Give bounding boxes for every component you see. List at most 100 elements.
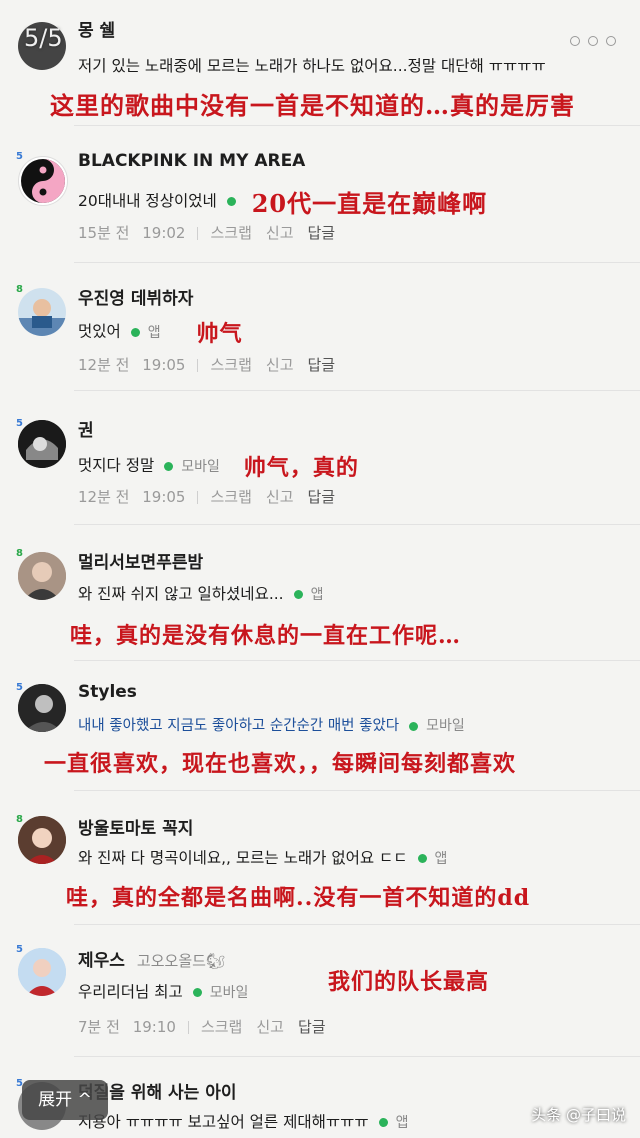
- comment-meta: 15분 전 19:02 스크랩 신고 답글: [78, 222, 335, 243]
- comment-username[interactable]: 멀리서보면푸른밤: [78, 548, 203, 573]
- user-badge: 5: [16, 682, 23, 693]
- expand-button[interactable]: 展开 ^: [22, 1080, 108, 1120]
- comment-text: 저기 있는 노래중에 모르는 노래가 하나도 없어요...정말 대단해 ㅠㅠㅠㅠ: [78, 57, 546, 75]
- scrap-button[interactable]: 스크랩: [201, 1018, 242, 1036]
- comment-source: 모바일: [209, 985, 249, 1001]
- divider: [74, 660, 640, 661]
- comment-text: 멋지다 정말: [78, 456, 155, 475]
- divider: [74, 390, 640, 391]
- user-tag: 고오오올드🐿: [136, 952, 225, 970]
- scrap-button[interactable]: 스크랩: [210, 356, 251, 374]
- divider: [74, 125, 640, 126]
- translation-caption: 一直很喜欢，现在也喜欢，，每瞬间每刻都喜欢: [44, 751, 517, 777]
- user-badge: 8: [16, 814, 23, 825]
- comment-text: 지용아 ㅠㅠㅠㅠ 보고싶어 얼른 제대해ㅠㅠㅠ: [78, 1113, 369, 1131]
- comment-text-row: 20대내내 정상이었네 20代一直是在巅峰啊: [78, 184, 487, 219]
- translation-caption: 20代一直是在巅峰啊: [251, 189, 488, 218]
- timestamp: 19:05: [142, 356, 186, 374]
- time-ago: 15분 전: [78, 224, 130, 242]
- comment-source: 모바일: [181, 458, 220, 475]
- comment-meta: 12분 전 19:05 스크랩 신고 답글: [78, 354, 335, 375]
- avatar[interactable]: [18, 420, 66, 468]
- avatar[interactable]: [18, 816, 66, 864]
- comment-text-row: 내내 좋아했고 지금도 좋아하고 순간순간 매번 좋았다 모바일: [78, 714, 465, 735]
- comment-text: 20대내내 정상이었네: [78, 192, 217, 210]
- comment-text: 우리리더님 최고: [78, 983, 183, 1001]
- reply-button[interactable]: 답글: [308, 488, 336, 506]
- report-button[interactable]: 신고: [266, 224, 294, 242]
- person-avatar-icon: [18, 684, 66, 732]
- report-button[interactable]: 신고: [256, 1018, 284, 1036]
- timestamp: 19:02: [142, 224, 186, 242]
- timestamp: 19:10: [132, 1018, 176, 1036]
- comment-username-row: 제우스 고오오올드🐿: [78, 946, 225, 971]
- user-badge: 5: [16, 944, 23, 955]
- comment-username[interactable]: BLACKPINK IN MY AREA: [78, 151, 305, 171]
- comment-text-row: 와 진짜 다 명곡이네요,, 모르는 노래가 없어요 ㄷㄷ 앱: [78, 846, 447, 868]
- online-dot-icon: [378, 1118, 388, 1127]
- comment-username[interactable]: 방울토마토 꼭지: [78, 814, 193, 839]
- comment-text: 와 진짜 쉬지 않고 일하셨네요...: [78, 585, 284, 603]
- person-avatar-icon: [18, 816, 66, 864]
- scrap-button[interactable]: 스크랩: [210, 224, 251, 242]
- avatar[interactable]: [18, 684, 66, 732]
- reply-button[interactable]: 답글: [298, 1018, 326, 1036]
- online-dot-icon: [409, 721, 419, 731]
- reply-button[interactable]: 답글: [308, 224, 336, 242]
- comment-text-row: 와 진짜 쉬지 않고 일하셨네요... 앱: [78, 582, 324, 604]
- comment-username[interactable]: 제우스: [78, 951, 125, 971]
- avatar[interactable]: [18, 948, 66, 996]
- translation-caption: 哇，真的是没有休息的一直在工作呢…: [70, 623, 462, 649]
- online-dot-icon: [164, 461, 174, 471]
- divider: [74, 262, 640, 263]
- online-dot-icon: [293, 590, 303, 599]
- avatar[interactable]: [18, 552, 66, 600]
- avatar[interactable]: [18, 156, 68, 206]
- comment-text: 멋있어: [78, 322, 121, 341]
- comment-source: 앱: [310, 587, 324, 603]
- comment-source: 앱: [434, 851, 448, 867]
- yin-yang-icon: [21, 159, 65, 203]
- translation-caption: 帅气: [196, 321, 243, 347]
- user-badge: 8: [16, 548, 23, 559]
- divider: [74, 1056, 640, 1057]
- comment-meta: 12분 전 19:05 스크랩 신고 답글: [78, 486, 335, 507]
- divider: [197, 491, 199, 504]
- comment-username[interactable]: Styles: [78, 682, 137, 702]
- page-counter: 5/5: [24, 24, 63, 52]
- user-badge: 8: [16, 284, 23, 295]
- timestamp: 19:05: [142, 488, 186, 506]
- comment-text: 내내 좋아했고 지금도 좋아하고 순간순간 매번 좋았다: [78, 718, 400, 734]
- time-ago: 12분 전: [78, 356, 130, 374]
- comment-source: 앱: [395, 1115, 409, 1131]
- report-button[interactable]: 신고: [266, 488, 294, 506]
- report-button[interactable]: 신고: [266, 356, 294, 374]
- scrap-button[interactable]: 스크랩: [210, 488, 251, 506]
- translation-caption: 我们的队长最高: [328, 969, 490, 995]
- divider: [74, 924, 640, 925]
- comment-text-row: 멋있어 앱 帅气: [78, 316, 243, 348]
- comment-username[interactable]: 권: [78, 416, 94, 441]
- person-avatar-icon: [18, 948, 66, 996]
- divider: [74, 524, 640, 525]
- comment-text-row: 우리리더님 최고 모바일: [78, 980, 248, 1002]
- divider: [197, 359, 199, 372]
- comment-username[interactable]: 우진영 데뷔하자: [78, 284, 193, 309]
- user-badge: 5: [16, 418, 23, 429]
- comment-username[interactable]: 몽 쉘: [78, 16, 115, 41]
- comment-meta: 7분 전 19:10 스크랩 신고 답글: [78, 1016, 326, 1037]
- person-avatar-icon: [18, 299, 66, 336]
- online-dot-icon: [226, 197, 236, 206]
- time-ago: 7분 전: [78, 1018, 120, 1036]
- translation-caption: 哇，真的全都是名曲啊..没有一首不知道的dd: [66, 885, 531, 911]
- comment-source: 모바일: [426, 718, 465, 734]
- watermark: 头条 @子曰说: [531, 1106, 626, 1124]
- more-options-icon[interactable]: [570, 36, 616, 46]
- online-dot-icon: [417, 854, 427, 863]
- reply-button[interactable]: 답글: [308, 356, 336, 374]
- translation-caption: 帅气，真的: [243, 455, 359, 481]
- avatar[interactable]: [18, 288, 66, 336]
- divider: [187, 1021, 189, 1034]
- divider: [197, 227, 199, 240]
- person-avatar-icon: [18, 420, 66, 468]
